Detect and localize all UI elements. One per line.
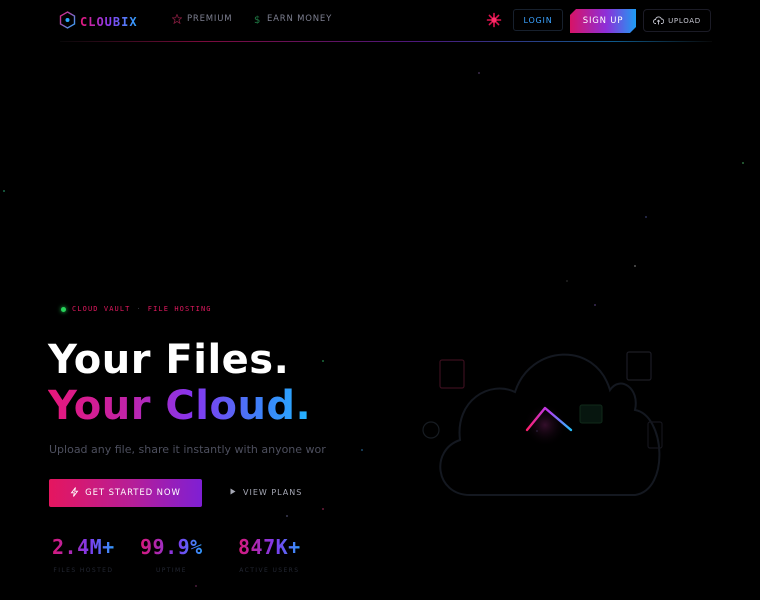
stat-label: ACTIVE USERS xyxy=(239,567,300,574)
login-button[interactable]: LOGIN xyxy=(513,9,563,31)
upload-button[interactable]: UPLOAD xyxy=(643,9,711,32)
hero-title-line1: Your Files. xyxy=(48,337,290,383)
cloud-upload-icon xyxy=(653,15,665,27)
get-started-label: GET STARTED NOW xyxy=(85,488,181,498)
dollar-icon: $ xyxy=(252,14,262,24)
sparkle-icon[interactable] xyxy=(486,12,502,32)
stat-label: FILES HOSTED xyxy=(53,567,114,574)
nav-earn-money-link[interactable]: $ EARN MONEY xyxy=(252,14,332,24)
hero-subtitle: Upload any file, share it instantly with… xyxy=(49,443,326,456)
hero-title-line2: Your Cloud. xyxy=(48,383,312,429)
stat-value: 99.9% xyxy=(140,535,203,559)
svg-text:$: $ xyxy=(254,15,261,24)
badge-separator: · xyxy=(136,305,142,313)
signup-button[interactable]: SIGN UP xyxy=(570,9,636,33)
badge-label-right: FILE HOSTING xyxy=(147,305,212,313)
hero-badge: CLOUD VAULT · FILE HOSTING xyxy=(61,305,212,313)
status-dot xyxy=(61,306,66,312)
upload-button-label: UPLOAD xyxy=(668,16,701,25)
stat-value: 847K+ xyxy=(238,535,301,559)
nav-premium-label: PREMIUM xyxy=(187,14,233,24)
top-navbar: CLOUBIX PREMIUM $ EARN MONEY LOGIN SIGN … xyxy=(0,0,760,42)
nav-earn-money-label: EARN MONEY xyxy=(267,14,333,24)
get-started-button[interactable]: GET STARTED NOW xyxy=(49,479,202,507)
cloud-upload-illustration xyxy=(415,330,675,514)
stat-active-users: 847K+ ACTIVE USERS xyxy=(238,535,301,574)
stat-value: 2.4M+ xyxy=(52,535,115,559)
view-plans-button[interactable]: VIEW PLANS xyxy=(230,488,302,497)
view-plans-label: VIEW PLANS xyxy=(243,488,303,497)
badge-label-left: CLOUD VAULT xyxy=(72,305,131,313)
hexagon-logo-icon xyxy=(59,11,76,33)
star-icon xyxy=(172,14,182,24)
stat-label: UPTIME xyxy=(155,567,187,574)
play-icon xyxy=(230,488,236,497)
lightning-icon xyxy=(70,486,79,500)
brand-logo[interactable]: CLOUBIX xyxy=(59,11,138,33)
nav-premium-link[interactable]: PREMIUM xyxy=(172,14,232,24)
navbar-divider xyxy=(60,41,712,42)
brand-name: CLOUBIX xyxy=(80,15,138,29)
stat-uptime: 99.9% UPTIME xyxy=(140,535,203,574)
stat-files-hosted: 2.4M+ FILES HOSTED xyxy=(52,535,115,574)
